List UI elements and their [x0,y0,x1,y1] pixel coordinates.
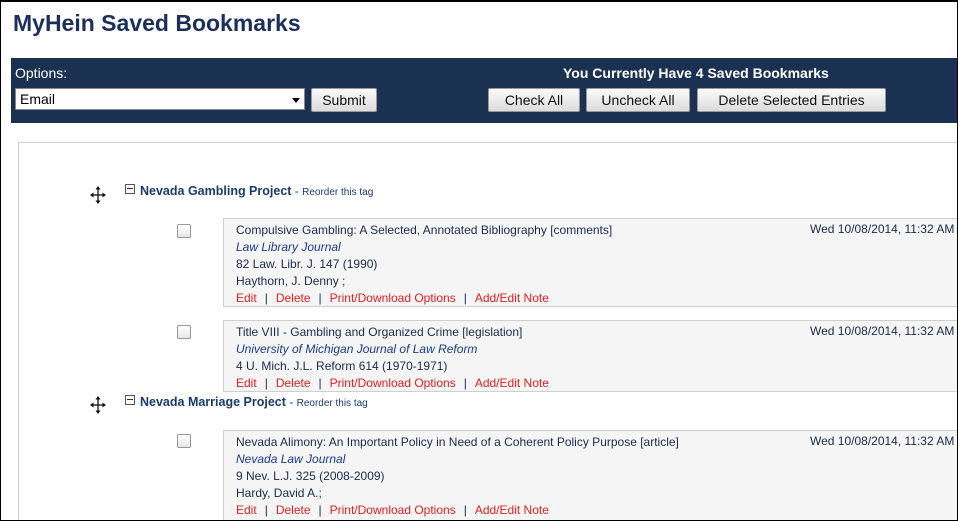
tag-header: Nevada Gambling Project - Reorder this t… [125,184,373,198]
tag-separator: - [289,395,294,409]
entry-checkbox[interactable] [177,325,191,339]
entry-checkbox[interactable] [177,224,191,238]
move-icon[interactable] [90,186,106,204]
tag-separator: - [294,184,299,198]
entry-date: Wed 10/08/2014, 11:32 AM [810,222,955,236]
bookmark-count-text: You Currently Have 4 Saved Bookmarks [563,65,829,81]
tag-name[interactable]: Nevada Marriage Project [140,395,286,409]
entry-date: Wed 10/08/2014, 11:32 AM [810,324,955,338]
collapse-icon[interactable] [125,395,135,405]
entry-citation: 9 Nev. L.J. 325 (2008-2009) [236,469,385,483]
entry-citation: 4 U. Mich. J.L. Reform 614 (1970-1971) [236,359,448,373]
action-separator: | [264,291,268,305]
action-separator: | [318,503,322,517]
page-title: MyHein Saved Bookmarks [13,10,301,36]
action-separator: | [463,376,467,390]
entry-author: Haythorn, J. Denny ; [236,274,346,288]
entry-date: Wed 10/08/2014, 11:32 AM [810,434,955,448]
entry-citation: 82 Law. Libr. J. 147 (1990) [236,257,378,271]
dropdown-arrow-icon [292,98,300,103]
delete-link[interactable]: Delete [276,503,311,517]
action-separator: | [318,376,322,390]
entry-checkbox[interactable] [177,434,191,448]
options-label: Options: [15,65,68,81]
entry-actions: Edit | Delete | Print/Download Options | Add/E… [236,375,549,392]
bookmark-entry: Nevada Alimony: An Important Policy in N… [223,430,957,520]
print-download-link[interactable]: Print/Download Options [330,291,456,305]
tag-header: Nevada Marriage Project - Reorder this t… [125,395,368,409]
options-bar: Options: You Currently Have 4 Saved Book… [11,58,957,123]
action-separator: | [264,376,268,390]
reorder-tag-link[interactable]: Reorder this tag [302,187,373,198]
tag-name[interactable]: Nevada Gambling Project [140,184,291,198]
bookmarks-window: MyHein Saved Bookmarks Options: You Curr… [0,0,958,521]
print-download-link[interactable]: Print/Download Options [330,503,456,517]
edit-link[interactable]: Edit [236,503,257,517]
action-separator: | [463,291,467,305]
bookmarks-list: Nevada Gambling Project - Reorder this t… [18,142,957,520]
delete-link[interactable]: Delete [276,291,311,305]
edit-link[interactable]: Edit [236,376,257,390]
submit-button[interactable]: Submit [311,88,377,112]
entry-actions: Edit | Delete | Print/Download Options | Add/E… [236,290,612,307]
move-icon[interactable] [90,396,106,414]
action-separator: | [463,503,467,517]
delete-selected-button[interactable]: Delete Selected Entries [697,88,886,112]
entry-journal: Nevada Law Journal [236,452,346,466]
reorder-tag-link[interactable]: Reorder this tag [297,398,368,409]
entry-journal: University of Michigan Journal of Law Re… [236,342,478,356]
options-select-value: Email [20,91,56,107]
entry-author: Hardy, David A.; [236,486,322,500]
entry-title[interactable]: Nevada Alimony: An Important Policy in N… [236,434,679,451]
add-edit-note-link[interactable]: Add/Edit Note [475,376,549,390]
bookmark-entry: Compulsive Gambling: A Selected, Annotat… [223,218,957,307]
add-edit-note-link[interactable]: Add/Edit Note [475,503,549,517]
print-download-link[interactable]: Print/Download Options [330,376,456,390]
edit-link[interactable]: Edit [236,291,257,305]
collapse-icon[interactable] [125,184,135,194]
options-select[interactable]: Email [15,88,305,110]
entry-journal: Law Library Journal [236,240,341,254]
action-separator: | [264,503,268,517]
delete-link[interactable]: Delete [276,376,311,390]
bookmark-entry: Title VIII - Gambling and Organized Crim… [223,320,957,392]
entry-actions: Edit | Delete | Print/Download Options | Add/E… [236,502,679,519]
check-all-button[interactable]: Check All [488,88,580,112]
action-separator: | [318,291,322,305]
entry-title[interactable]: Compulsive Gambling: A Selected, Annotat… [236,222,612,239]
entry-title[interactable]: Title VIII - Gambling and Organized Crim… [236,324,549,341]
add-edit-note-link[interactable]: Add/Edit Note [475,291,549,305]
uncheck-all-button[interactable]: Uncheck All [586,88,690,112]
